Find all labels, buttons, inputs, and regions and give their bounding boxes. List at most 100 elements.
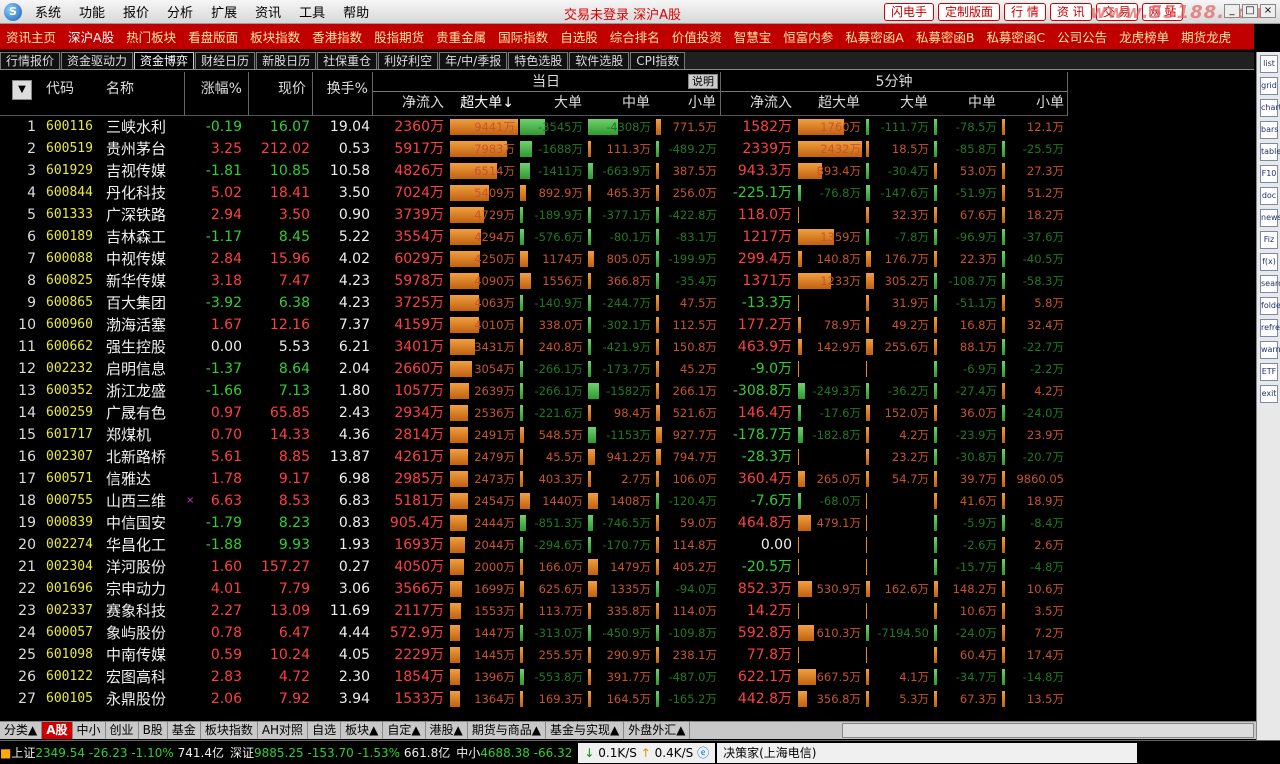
refresh-icon[interactable]: refresh (1260, 319, 1280, 337)
tab-4[interactable]: 新股日历 (256, 52, 317, 69)
table-row[interactable]: 4 600844 丹化科技 5.02 18.41 3.50 7024万 -225.1万 5409… (0, 182, 1254, 204)
menu-item-3[interactable]: 分析 (158, 2, 202, 21)
category-item-1[interactable]: 深沪A股 (62, 27, 120, 46)
menu-item-7[interactable]: 帮助 (334, 2, 378, 21)
folder-icon[interactable]: folder (1260, 297, 1280, 315)
table-row[interactable]: 11 600662 强生控股 0.00 5.53 6.21 3401万 463.9万 3431万… (0, 336, 1254, 358)
exit-icon[interactable]: exit (1260, 385, 1278, 403)
category-item-11[interactable]: 价值投资 (666, 27, 728, 46)
bottom-tab-2[interactable]: 中小 (73, 722, 106, 739)
category-item-12[interactable]: 智慧宝 (728, 27, 778, 46)
fx-icon[interactable]: f(x) (1260, 253, 1278, 271)
table-row[interactable]: 14 600259 广晟有色 0.97 65.85 2.43 2934万 146.4万 2536… (0, 402, 1254, 424)
doc-icon[interactable]: doc (1260, 187, 1278, 205)
bottom-tab-14[interactable]: 外盘外汇▲ (624, 722, 691, 739)
bottom-tab-5[interactable]: 基金 (168, 722, 201, 739)
col-s[interactable]: 小单 (654, 92, 720, 114)
category-item-0[interactable]: 资讯主页 (0, 27, 62, 46)
category-item-5[interactable]: 香港指数 (306, 27, 368, 46)
news-icon[interactable]: news (1260, 209, 1280, 227)
minimize-icon[interactable]: _ (1224, 4, 1240, 18)
bottom-tab-8[interactable]: 自选 (308, 722, 342, 739)
table-row[interactable]: 21 002304 洋河股份 1.60 157.27 0.27 4050万 -20.5万 200… (0, 556, 1254, 578)
category-item-6[interactable]: 股指期货 (368, 27, 430, 46)
category-item-2[interactable]: 热门板块 (120, 27, 182, 46)
category-item-13[interactable]: 恒富内参 (777, 27, 839, 46)
col-xl5[interactable]: 超大单 (796, 92, 864, 114)
table-row[interactable]: 19 000839 中信国安 -1.79 8.23 0.83 905.4万 464.8万 244… (0, 512, 1254, 534)
menu-item-2[interactable]: 报价 (114, 2, 158, 21)
table-row[interactable]: 20 002274 华昌化工 -1.88 9.93 1.93 1693万 0.00 2044万 -… (0, 534, 1254, 556)
bottom-tab-6[interactable]: 板块指数 (201, 722, 258, 739)
menu-item-4[interactable]: 扩展 (202, 2, 246, 21)
table-row[interactable]: 3 601929 吉视传媒 -1.81 10.85 10.58 4826万 943.3万 651… (0, 160, 1254, 182)
grid-icon[interactable]: grid (1260, 77, 1278, 95)
select-dropdown-icon[interactable]: ▼ (12, 80, 32, 100)
category-item-18[interactable]: 龙虎榜单 (1113, 27, 1175, 46)
horizontal-scrollbar[interactable] (842, 723, 1254, 738)
maximize-icon[interactable]: □ (1242, 4, 1258, 18)
table-row[interactable]: 17 600571 信雅达 1.78 9.17 6.98 2985万 360.4万 2473万 4… (0, 468, 1254, 490)
table-row[interactable]: 26 600122 宏图高科 2.83 4.72 2.30 1854万 622.1万 1396万… (0, 666, 1254, 688)
bottom-tab-12[interactable]: 期货与商品▲ (468, 722, 547, 739)
category-item-10[interactable]: 综合排名 (604, 27, 666, 46)
category-item-15[interactable]: 私募密函B (910, 27, 981, 46)
tab-3[interactable]: 财经日历 (195, 52, 256, 69)
table-row[interactable]: 22 001696 宗申动力 4.01 7.79 3.06 3566万 852.3万 1699万… (0, 578, 1254, 600)
tab-5[interactable]: 社保重仓 (317, 52, 378, 69)
tab-9[interactable]: 软件选股 (569, 52, 630, 69)
tab-2[interactable]: 资金博弈 (134, 52, 195, 69)
category-item-8[interactable]: 国际指数 (492, 27, 554, 46)
bars-icon[interactable]: bars (1260, 121, 1278, 139)
table-row[interactable]: 25 601098 中南传媒 0.59 10.24 4.05 2229万 77.8万 1445万… (0, 644, 1254, 666)
table-row[interactable]: 24 600057 象屿股份 0.78 6.47 4.44 572.9万 592.8万 1447… (0, 622, 1254, 644)
menu-item-5[interactable]: 资讯 (246, 2, 290, 21)
bottom-tab-13[interactable]: 基金与实现▲ (546, 722, 625, 739)
bottom-tab-11[interactable]: 港股▲ (426, 722, 468, 739)
col-net5[interactable]: 净流入 (720, 92, 796, 114)
category-item-4[interactable]: 板块指数 (244, 27, 306, 46)
top-button-0[interactable]: 闪电手 (884, 3, 935, 21)
etf-icon[interactable]: ETF (1260, 363, 1278, 381)
col-pct[interactable]: 涨幅% (184, 78, 246, 100)
table-row[interactable]: 9 600865 百大集团 -3.92 6.38 4.23 3725万 -13.3万 4063万… (0, 292, 1254, 314)
top-button-2[interactable]: 行 情 (1004, 3, 1046, 21)
table-row[interactable]: 16 002307 北新路桥 5.61 8.85 13.87 4261万 -28.3万 2479… (0, 446, 1254, 468)
tab-1[interactable]: 资金驱动力 (61, 52, 134, 69)
col-name[interactable]: 名称 (102, 78, 182, 100)
col-l[interactable]: 大单 (518, 92, 586, 114)
menu-item-6[interactable]: 工具 (290, 2, 334, 21)
table-icon[interactable]: table (1260, 143, 1280, 161)
tab-8[interactable]: 特色选股 (508, 52, 569, 69)
bottom-tab-4[interactable]: B股 (139, 722, 168, 739)
table-row[interactable]: 6 600189 吉林森工 -1.17 8.45 5.22 3554万 1217万 4294万 -… (0, 226, 1254, 248)
category-item-9[interactable]: 自选股 (554, 27, 604, 46)
menu-item-1[interactable]: 功能 (70, 2, 114, 21)
tab-0[interactable]: 行情报价 (0, 52, 61, 69)
table-row[interactable]: 1 600116 三峡水利 -0.19 16.07 19.04 2360万 1582万 9441… (0, 116, 1254, 138)
chart-icon[interactable]: chart (1260, 99, 1280, 117)
table-row[interactable]: 12 002232 启明信息 -1.37 8.64 2.04 2660万 -9.0万 3054万… (0, 358, 1254, 380)
top-button-1[interactable]: 定制版面 (938, 3, 1001, 21)
category-item-14[interactable]: 私募密函A (839, 27, 910, 46)
close-icon[interactable]: × (1260, 4, 1276, 18)
f10-icon[interactable]: F10 (1260, 165, 1278, 183)
col-net[interactable]: 净流入 (372, 92, 448, 114)
top-button-3[interactable]: 资 讯 (1049, 3, 1092, 21)
bottom-tab-9[interactable]: 板块▲ (341, 722, 384, 739)
table-row[interactable]: 5 601333 广深铁路 2.94 3.50 0.90 3739万 118.0万 4729万 -… (0, 204, 1254, 226)
col-code[interactable]: 代码 (42, 78, 100, 100)
warn-icon[interactable]: warn (1260, 341, 1280, 359)
col-price[interactable]: 现价 (248, 78, 310, 100)
col-turnover[interactable]: 换手% (312, 78, 372, 100)
tab-6[interactable]: 利好利空 (378, 52, 439, 69)
col-s5[interactable]: 小单 (1000, 92, 1068, 114)
fiz-icon[interactable]: Fiz (1260, 231, 1278, 249)
col-xl[interactable]: 超大单↓ (448, 92, 518, 114)
tab-10[interactable]: CPI指数 (630, 52, 686, 69)
menu-item-0[interactable]: 系统 (26, 2, 70, 21)
bottom-tab-3[interactable]: 创业 (106, 722, 139, 739)
category-item-16[interactable]: 私募密函C (980, 27, 1051, 46)
category-item-3[interactable]: 看盘版面 (182, 27, 244, 46)
bottom-tab-0[interactable]: 分类▲ (0, 722, 43, 739)
